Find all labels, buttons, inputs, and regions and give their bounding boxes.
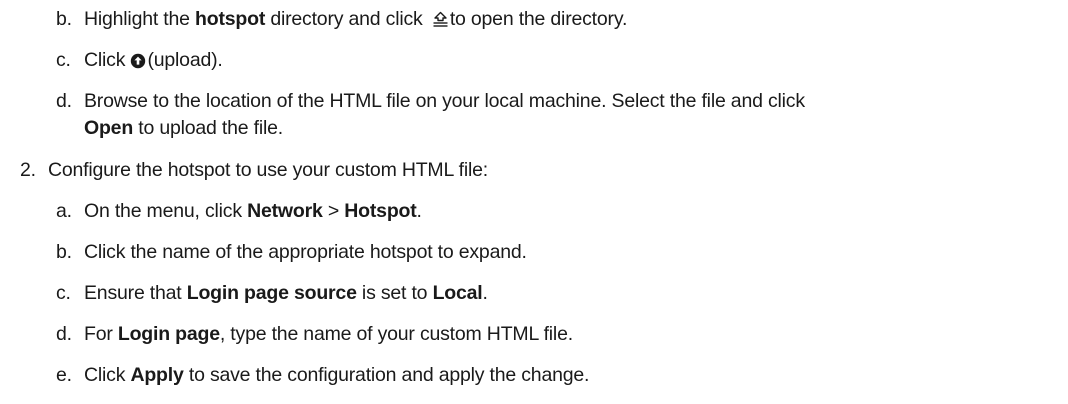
step-text: Open to upload the file. <box>84 117 283 139</box>
login-page-label: Login page <box>117 323 220 345</box>
open-label: Open <box>84 117 134 139</box>
step-text: Configure the hotspot to use your custom… <box>48 159 488 181</box>
step-marker: b. <box>56 8 72 30</box>
step-text: Click Apply to save the configuration an… <box>84 364 590 386</box>
document-page: b. Highlight the hotspot directory and c… <box>0 0 1068 404</box>
step-text: Click the name of the appropriate hotspo… <box>84 241 527 263</box>
step-text: On the menu, click Network > Hotspot. <box>84 200 422 222</box>
hotspot-directory-name: hotspot <box>195 8 266 30</box>
step-marker: 2. <box>20 159 36 181</box>
local-value-label: Local <box>432 282 483 304</box>
step-marker: d. <box>56 90 72 112</box>
network-menu-label: Network <box>247 200 323 222</box>
step-marker: c. <box>56 282 71 304</box>
apply-label: Apply <box>130 364 184 386</box>
step-text: Highlight the hotspot directory and clic… <box>84 8 628 30</box>
login-page-source-label: Login page source <box>186 282 357 304</box>
step-marker: a. <box>56 200 72 222</box>
step-text: Click (upload). <box>84 49 223 71</box>
step-text: Browse to the location of the HTML file … <box>84 90 805 112</box>
hotspot-menu-label: Hotspot <box>344 200 417 222</box>
step-marker: e. <box>56 364 72 386</box>
step-marker: d. <box>56 323 72 345</box>
upload-icon <box>130 53 146 69</box>
step-text: For Login page, type the name of your cu… <box>84 323 573 345</box>
step-marker: c. <box>56 49 71 71</box>
step-text: Ensure that Login page source is set to … <box>84 282 488 304</box>
open-directory-icon <box>432 11 449 28</box>
step-marker: b. <box>56 241 72 263</box>
